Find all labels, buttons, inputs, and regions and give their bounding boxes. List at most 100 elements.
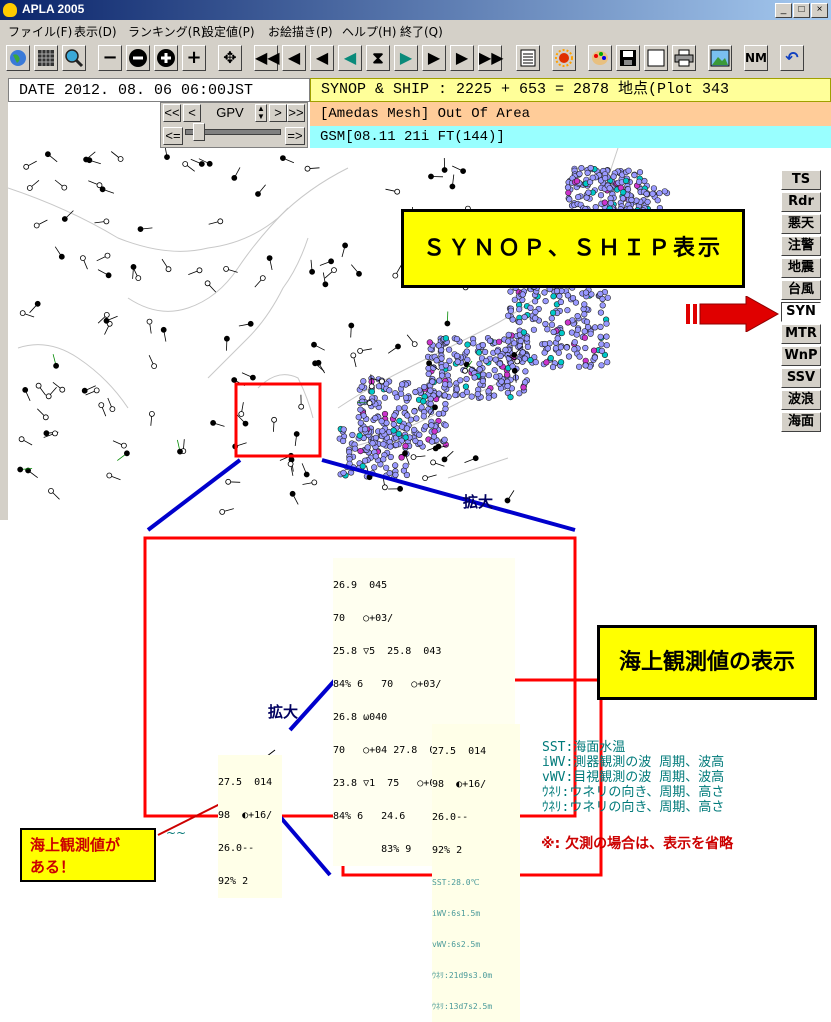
list-icon[interactable] <box>516 45 540 71</box>
detail-swell-2: ｳﾈﾘ:13d7s2.5m <box>432 1002 520 1011</box>
station-dot <box>655 198 661 204</box>
zoom-out-round-button[interactable] <box>126 45 150 71</box>
synop-symbol <box>55 180 67 190</box>
detail-station-plot: 27.5 014 98 ◐+16/ 26.0-- 92% 2 SST:28.0℃… <box>432 724 520 1022</box>
gpv-forward-button[interactable]: > <box>269 104 287 122</box>
nm-button[interactable]: NM <box>744 45 768 71</box>
gpv-spinner[interactable]: ▲▼ <box>255 104 267 122</box>
play-back-button[interactable]: ◀ <box>338 45 362 71</box>
menu-draw[interactable]: お絵描き(P) <box>268 23 333 40</box>
station-dot <box>521 330 527 336</box>
tab-synop[interactable]: SYN <box>781 302 821 322</box>
stop-button[interactable]: ⧗ <box>366 45 390 71</box>
menu-settings[interactable]: 設定値(P) <box>202 23 255 40</box>
station-dot <box>511 341 517 347</box>
synop-symbol <box>388 344 400 353</box>
station-dot <box>486 389 492 395</box>
station-dot <box>557 293 563 299</box>
globe-icon[interactable] <box>6 45 30 71</box>
menu-ranking[interactable]: ランキング(R) <box>128 23 205 40</box>
station-dot <box>510 317 516 323</box>
tab-wnp[interactable]: WnP <box>781 346 821 366</box>
station-dot <box>558 299 564 305</box>
prev-frame-button[interactable]: ◀ <box>282 45 306 71</box>
gpv-back-double-button[interactable]: << <box>163 104 181 122</box>
menu-help[interactable]: ヘルプ(H) <box>342 23 396 40</box>
printer-icon[interactable] <box>672 45 696 71</box>
menu-file[interactable]: ファイル(F) <box>8 23 72 40</box>
save-icon[interactable] <box>616 45 640 71</box>
synop-symbol <box>24 161 37 169</box>
grid-icon[interactable] <box>34 45 58 71</box>
station-dot <box>585 170 591 176</box>
synop-symbol <box>161 327 166 341</box>
picture-icon[interactable] <box>708 45 732 71</box>
play-forward-button[interactable]: ▶ <box>394 45 418 71</box>
synop-symbol <box>87 158 101 164</box>
station-dot <box>576 364 582 370</box>
maximize-button[interactable]: □ <box>793 3 810 18</box>
station-dot <box>504 372 510 378</box>
station-dot <box>421 399 427 405</box>
synop-symbol <box>299 395 304 410</box>
station-dot <box>397 418 403 424</box>
gpv-slider-right-button[interactable]: => <box>285 127 305 145</box>
station-dot <box>574 178 580 184</box>
station-dot <box>402 405 408 411</box>
station-dot <box>575 327 581 333</box>
tab-warnings[interactable]: 注警 <box>781 236 821 256</box>
title-bar: APLA 2005 _ □ × <box>0 0 831 20</box>
station-dot <box>455 359 461 365</box>
close-button[interactable]: × <box>811 3 828 18</box>
synop-symbol <box>98 270 111 278</box>
undo-icon[interactable]: ↶ <box>780 45 804 71</box>
station-dot <box>376 384 382 390</box>
tab-ssv[interactable]: SSV <box>781 368 821 388</box>
synop-symbol <box>162 259 171 272</box>
step-back-button[interactable]: ◀ <box>310 45 334 71</box>
station-dot <box>445 373 451 379</box>
tab-severe-weather[interactable]: 悪天 <box>781 214 821 234</box>
station-dot <box>491 393 497 399</box>
zoom-in-button[interactable]: + <box>182 45 206 71</box>
station-dot <box>588 331 594 337</box>
next-frame-button[interactable]: ▶ <box>450 45 474 71</box>
synop-symbol <box>95 219 109 224</box>
tab-rdr[interactable]: Rdr <box>781 192 821 212</box>
tab-sea-surface[interactable]: 海面 <box>781 412 821 432</box>
step-forward-button[interactable]: ▶ <box>422 45 446 71</box>
synop-symbol <box>232 167 240 180</box>
target-button[interactable]: ✥ <box>218 45 242 71</box>
legend-iwv: iWV:測器観測の波 周期、波高 <box>542 755 724 770</box>
minimize-button[interactable]: _ <box>775 3 792 18</box>
synop-symbol <box>88 181 102 188</box>
synop-symbol <box>224 336 229 351</box>
station-dot <box>543 321 549 327</box>
zoom-out-button[interactable]: − <box>98 45 122 71</box>
station-dot <box>604 342 610 348</box>
tab-earthquake[interactable]: 地震 <box>781 258 821 278</box>
zoom-globe-icon[interactable] <box>62 45 86 71</box>
synop-symbol <box>55 247 64 260</box>
station-dot <box>592 325 598 331</box>
synop-symbol <box>138 227 152 232</box>
gpv-slider-thumb[interactable] <box>193 123 205 141</box>
tab-typhoon[interactable]: 台風 <box>781 280 821 300</box>
menu-view[interactable]: 表示(D) <box>74 23 117 40</box>
gpv-forward-double-button[interactable]: >> <box>287 104 305 122</box>
zoom-in-round-button[interactable] <box>154 45 178 71</box>
last-frame-button[interactable]: ▶▶ <box>478 45 502 71</box>
sun-icon[interactable] <box>552 45 576 71</box>
palette-icon[interactable] <box>588 45 612 71</box>
first-frame-button[interactable]: ◀◀ <box>254 45 278 71</box>
gpv-slider-left-button[interactable]: <= <box>163 127 183 145</box>
tab-waves[interactable]: 波浪 <box>781 390 821 410</box>
tab-ts[interactable]: TS <box>781 170 821 190</box>
tab-metar[interactable]: MTR <box>781 324 821 344</box>
station-dot <box>523 369 529 375</box>
station-dot <box>599 342 605 348</box>
menu-exit[interactable]: 終了(Q) <box>400 23 443 40</box>
blank-page-icon[interactable] <box>644 45 668 71</box>
gpv-back-button[interactable]: < <box>183 104 201 122</box>
station-dot <box>506 332 512 338</box>
